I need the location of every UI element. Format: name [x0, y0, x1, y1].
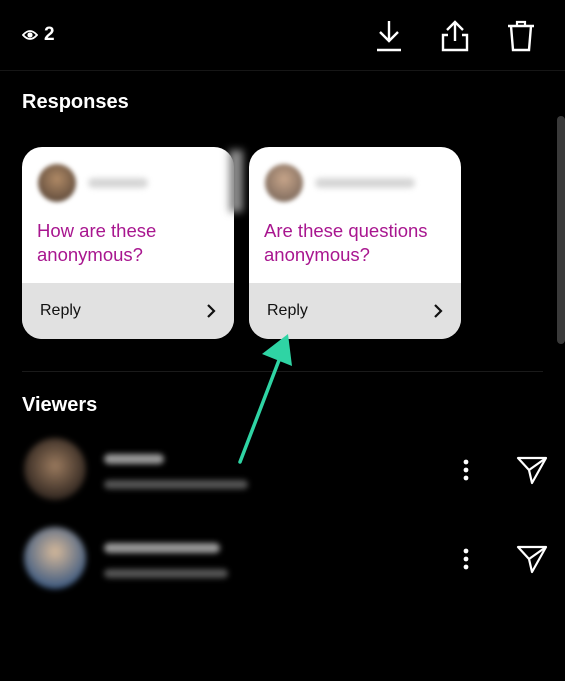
annotation-arrow-icon — [238, 334, 292, 464]
